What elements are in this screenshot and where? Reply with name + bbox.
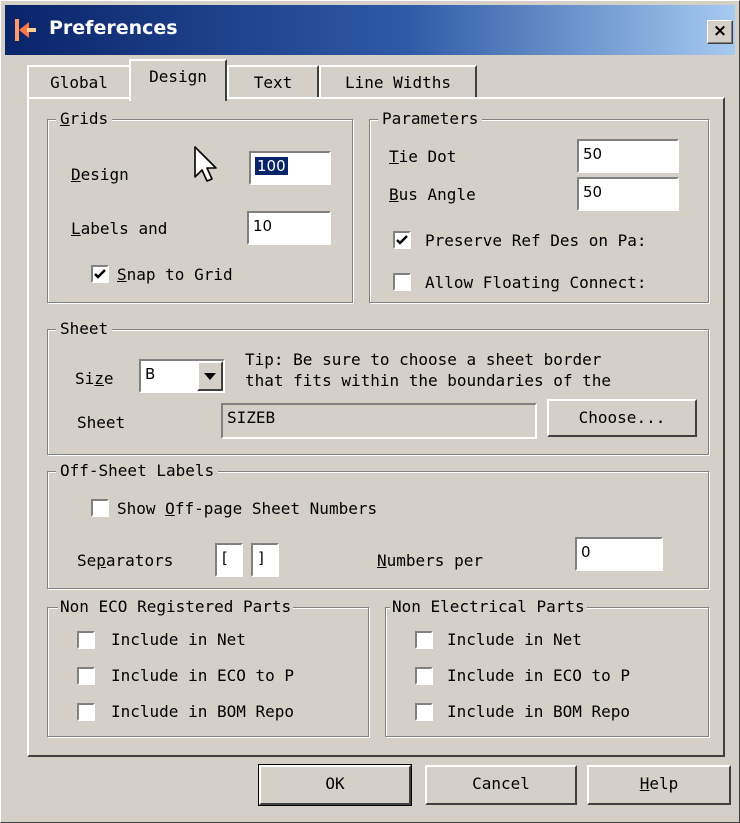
tab-global[interactable]: Global <box>27 65 131 99</box>
tab-line-widths[interactable]: Line Widths <box>319 65 477 99</box>
help-mnemonic: H <box>639 774 650 793</box>
window-title: Preferences <box>49 17 178 39</box>
close-button[interactable]: × <box>707 20 733 44</box>
close-icon: × <box>712 21 728 41</box>
tab-text[interactable]: Text <box>227 65 319 99</box>
preferences-dialog: Preferences × Global Design Text Line Wi… <box>0 0 740 823</box>
help-button[interactable]: Help <box>587 765 731 805</box>
design-tab-panel <box>27 97 725 757</box>
ok-button[interactable]: OK <box>258 764 412 806</box>
app-icon <box>15 19 36 41</box>
title-bar[interactable]: Preferences × <box>5 5 735 55</box>
tab-design[interactable]: Design <box>129 59 227 101</box>
cancel-button[interactable]: Cancel <box>425 765 577 805</box>
help-label: elp <box>649 774 679 793</box>
